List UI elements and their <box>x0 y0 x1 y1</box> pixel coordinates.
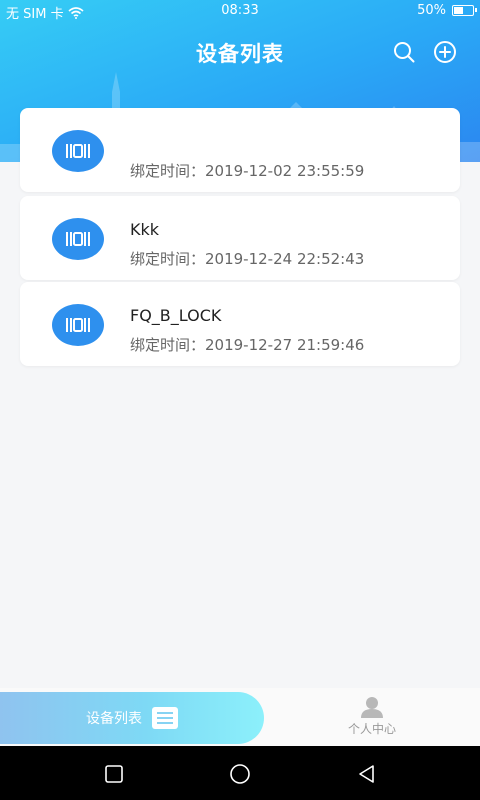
tab-device-list[interactable]: 设备列表 <box>0 692 264 744</box>
device-name: FQ_B_LOCK <box>130 306 222 325</box>
battery-icon <box>452 5 477 16</box>
lock-device-icon <box>52 130 104 172</box>
tab-profile[interactable]: 个人中心 <box>332 696 412 740</box>
home-icon[interactable] <box>229 763 251 785</box>
lock-device-icon <box>52 304 104 346</box>
device-bind-time: 绑定时间：2019-12-02 23:55:59 <box>130 162 365 180</box>
device-bind-time: 绑定时间：2019-12-24 22:52:43 <box>130 250 365 268</box>
battery-percent: 50% <box>417 3 446 18</box>
back-icon[interactable] <box>356 763 378 785</box>
device-name: Kkk <box>130 220 160 239</box>
person-icon <box>361 697 383 718</box>
device-bind-time: 绑定时间：2019-12-27 21:59:46 <box>130 336 365 354</box>
search-icon[interactable] <box>392 40 416 64</box>
add-circle-icon[interactable] <box>433 40 457 64</box>
tab-device-list-label: 设备列表 <box>86 711 142 727</box>
device-card[interactable]: FQ_B_LOCK 绑定时间：2019-12-27 21:59:46 <box>20 282 460 366</box>
recent-apps-icon[interactable] <box>103 763 125 785</box>
status-bar: 无 SIM 卡 08:33 50% <box>0 0 480 22</box>
battery-level <box>454 7 463 14</box>
device-card[interactable]: Kkk 绑定时间：2019-12-24 22:52:43 <box>20 196 460 280</box>
lock-device-icon <box>52 218 104 260</box>
system-navigation-bar <box>0 746 480 800</box>
bottom-tab-bar: 设备列表 个人中心 <box>0 688 480 746</box>
clock: 08:33 <box>221 3 259 18</box>
device-card[interactable]: 绑定时间：2019-12-02 23:55:59 <box>20 108 460 192</box>
tab-profile-label: 个人中心 <box>347 722 396 736</box>
list-icon <box>152 707 178 729</box>
